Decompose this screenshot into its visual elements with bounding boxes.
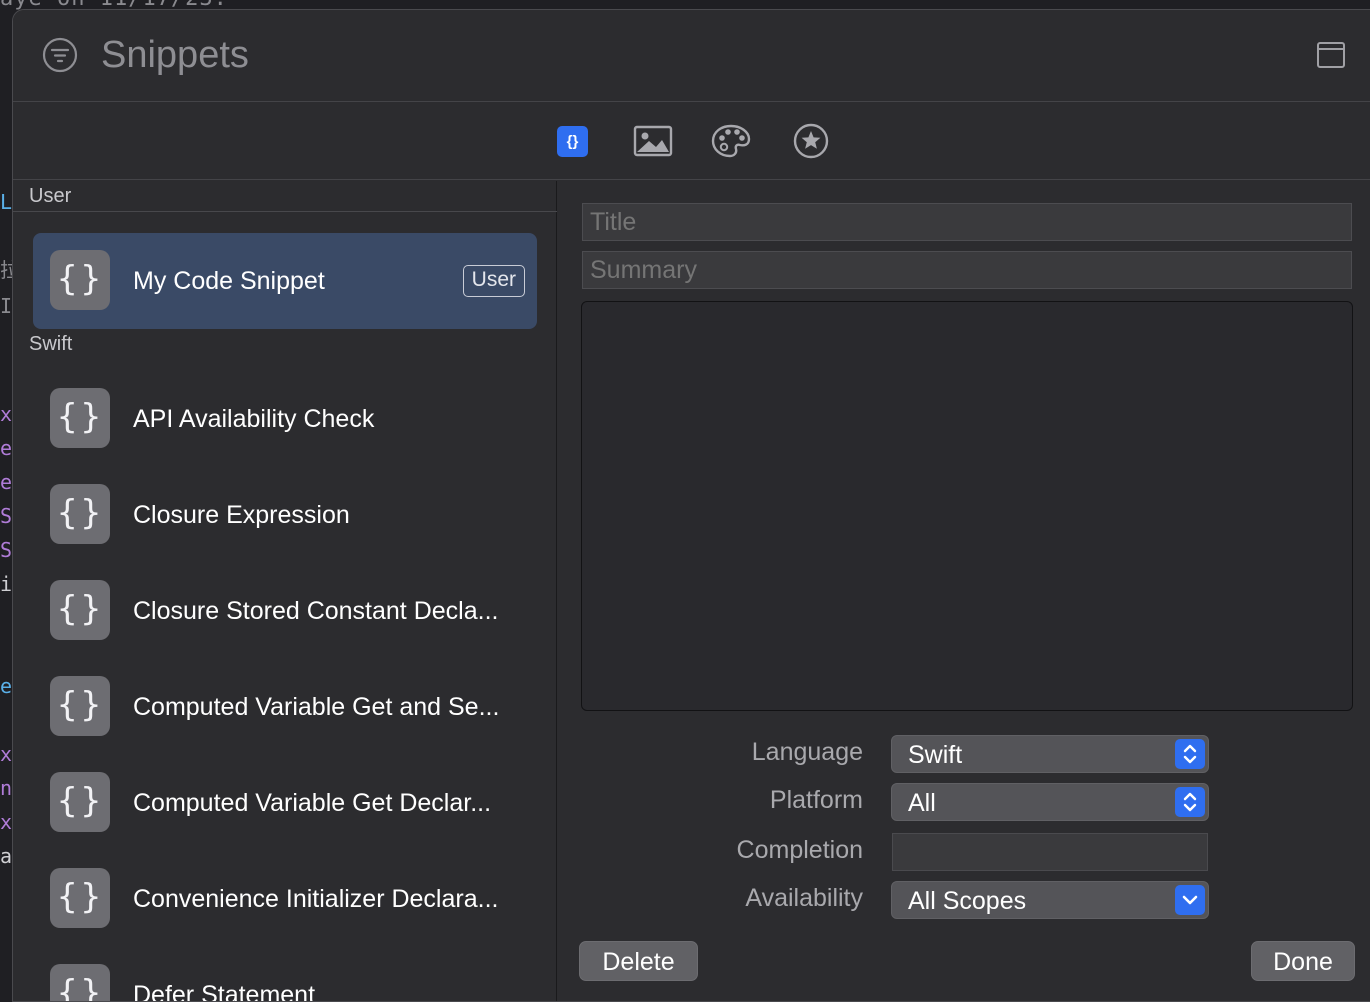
- summary-field[interactable]: [582, 251, 1352, 289]
- list-item-label: Computed Variable Get and Se...: [133, 693, 500, 721]
- snippet-list: User {} My Code Snippet User Swift {} AP…: [13, 181, 557, 1001]
- list-item-label: API Availability Check: [133, 405, 375, 433]
- list-item[interactable]: {} My Code Snippet User: [33, 233, 537, 329]
- background-gutter-glyph: e: [0, 472, 12, 492]
- tab-media[interactable]: [633, 123, 673, 159]
- curly-braces-icon: {}: [50, 484, 110, 544]
- list-item-label: My Code Snippet: [133, 267, 325, 295]
- list-item-label: Convenience Initializer Declara...: [133, 885, 499, 913]
- title-field[interactable]: [582, 203, 1352, 241]
- tab-code-snippets[interactable]: {}: [557, 126, 588, 157]
- library-search-title[interactable]: Snippets: [101, 34, 249, 77]
- list-item-label: Closure Expression: [133, 501, 350, 529]
- list-item[interactable]: {} Defer Statement: [33, 947, 537, 1002]
- window-layout-icon[interactable]: [1316, 40, 1346, 70]
- list-item-label: Computed Variable Get Declar...: [133, 789, 492, 817]
- platform-popup[interactable]: All: [891, 783, 1209, 821]
- palette-icon: [711, 124, 751, 158]
- snippets-library-panel: Snippets {} User {} My Code Snippet User…: [12, 9, 1370, 1002]
- completion-label: Completion: [736, 836, 863, 864]
- curly-braces-icon: {}: [50, 580, 110, 640]
- list-item[interactable]: {} Closure Expression: [33, 467, 537, 563]
- availability-popup[interactable]: All Scopes: [891, 881, 1209, 919]
- star-circle-icon: [793, 123, 829, 159]
- list-item[interactable]: {} Computed Variable Get and Se...: [33, 659, 537, 755]
- tab-colors[interactable]: [711, 123, 751, 159]
- section-header-user: User: [29, 185, 72, 207]
- background-gutter-glyph: a: [0, 846, 12, 866]
- list-item[interactable]: {} Closure Stored Constant Decla...: [33, 563, 537, 659]
- divider: [13, 211, 557, 212]
- platform-label: Platform: [769, 786, 863, 814]
- background-gutter-glyph: n: [0, 778, 12, 798]
- delete-button[interactable]: Delete: [579, 941, 698, 981]
- library-category-tabs: {}: [13, 103, 1370, 180]
- availability-label: Availability: [745, 884, 863, 912]
- availability-value: All Scopes: [908, 887, 1027, 915]
- list-item[interactable]: {} Computed Variable Get Declar...: [33, 755, 537, 851]
- platform-value: All: [908, 789, 936, 817]
- up-down-chevron-icon: [1175, 739, 1205, 769]
- curly-braces-icon: {}: [50, 868, 110, 928]
- list-item[interactable]: {} Convenience Initializer Declara...: [33, 851, 537, 947]
- language-value: Swift: [908, 741, 963, 769]
- tab-symbols[interactable]: [791, 123, 831, 159]
- background-gutter-glyph: S: [0, 506, 12, 526]
- section-header-swift: Swift: [29, 333, 73, 355]
- curly-braces-icon: {}: [566, 133, 579, 150]
- list-item-label: Closure Stored Constant Decla...: [133, 597, 499, 625]
- user-badge: User: [462, 265, 525, 297]
- library-header: Snippets: [13, 10, 1370, 102]
- done-button[interactable]: Done: [1251, 941, 1355, 981]
- background-gutter-glyph: L: [0, 192, 12, 212]
- background-gutter-glyph: S: [0, 540, 12, 560]
- background-gutter-glyph: e: [0, 676, 12, 696]
- background-gutter-glyph: i: [0, 574, 12, 594]
- list-item-label: Defer Statement: [133, 981, 316, 1002]
- background-gutter-glyph: x: [0, 812, 12, 832]
- snippet-editor: Language Swift Platform All Completion A…: [558, 181, 1370, 1001]
- background-gutter-glyph: I: [0, 296, 12, 316]
- code-editor[interactable]: [581, 301, 1353, 711]
- chevron-down-icon: [1175, 885, 1205, 915]
- up-down-chevron-icon: [1175, 787, 1205, 817]
- curly-braces-icon: {}: [50, 964, 110, 1001]
- curly-braces-icon: {}: [50, 388, 110, 448]
- curly-braces-icon: {}: [50, 676, 110, 736]
- image-icon: [633, 125, 673, 157]
- background-gutter-glyph: x: [0, 404, 12, 424]
- background-gutter-glyph: 拉: [0, 260, 12, 280]
- filter-circle-icon[interactable]: [42, 37, 78, 73]
- language-label: Language: [751, 738, 863, 766]
- background-gutter-glyph: e: [0, 438, 12, 458]
- background-gutter-glyph: x: [0, 744, 12, 764]
- completion-field[interactable]: [892, 833, 1208, 871]
- curly-braces-icon: {}: [50, 772, 110, 832]
- language-popup[interactable]: Swift: [891, 735, 1209, 773]
- curly-braces-icon: {}: [50, 250, 110, 310]
- list-item[interactable]: {} API Availability Check: [33, 371, 537, 467]
